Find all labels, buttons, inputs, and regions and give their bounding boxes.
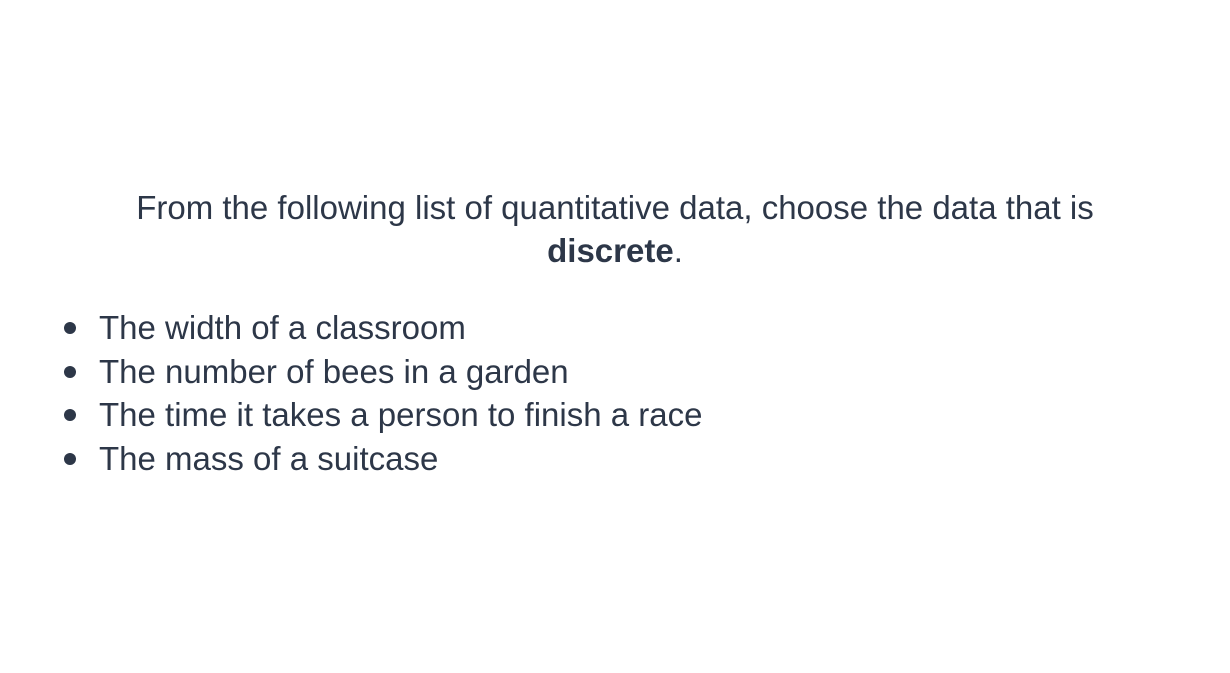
question-suffix: .: [673, 232, 683, 269]
option-text: The number of bees in a garden: [99, 352, 569, 390]
list-item: The number of bees in a garden: [62, 350, 702, 394]
question-emphasis: discrete: [547, 232, 674, 269]
bullet-icon: [64, 452, 76, 465]
option-text: The mass of a suitcase: [99, 439, 439, 477]
option-text: The time it takes a person to finish a r…: [99, 396, 703, 433]
bullet-icon: [64, 365, 76, 378]
option-text: The width of a classroom: [99, 309, 466, 346]
list-item: The mass of a suitcase: [62, 437, 702, 481]
list-item: The time it takes a person to finish a r…: [62, 393, 702, 437]
question-text: From the following list of quantitative …: [40, 186, 1190, 272]
question-prefix: From the following list of quantitative …: [136, 189, 1094, 226]
bullet-icon: [64, 322, 76, 334]
options-list: The width of a classroom The number of b…: [62, 306, 702, 480]
list-item: The width of a classroom: [62, 306, 702, 350]
bullet-icon: [64, 409, 76, 421]
